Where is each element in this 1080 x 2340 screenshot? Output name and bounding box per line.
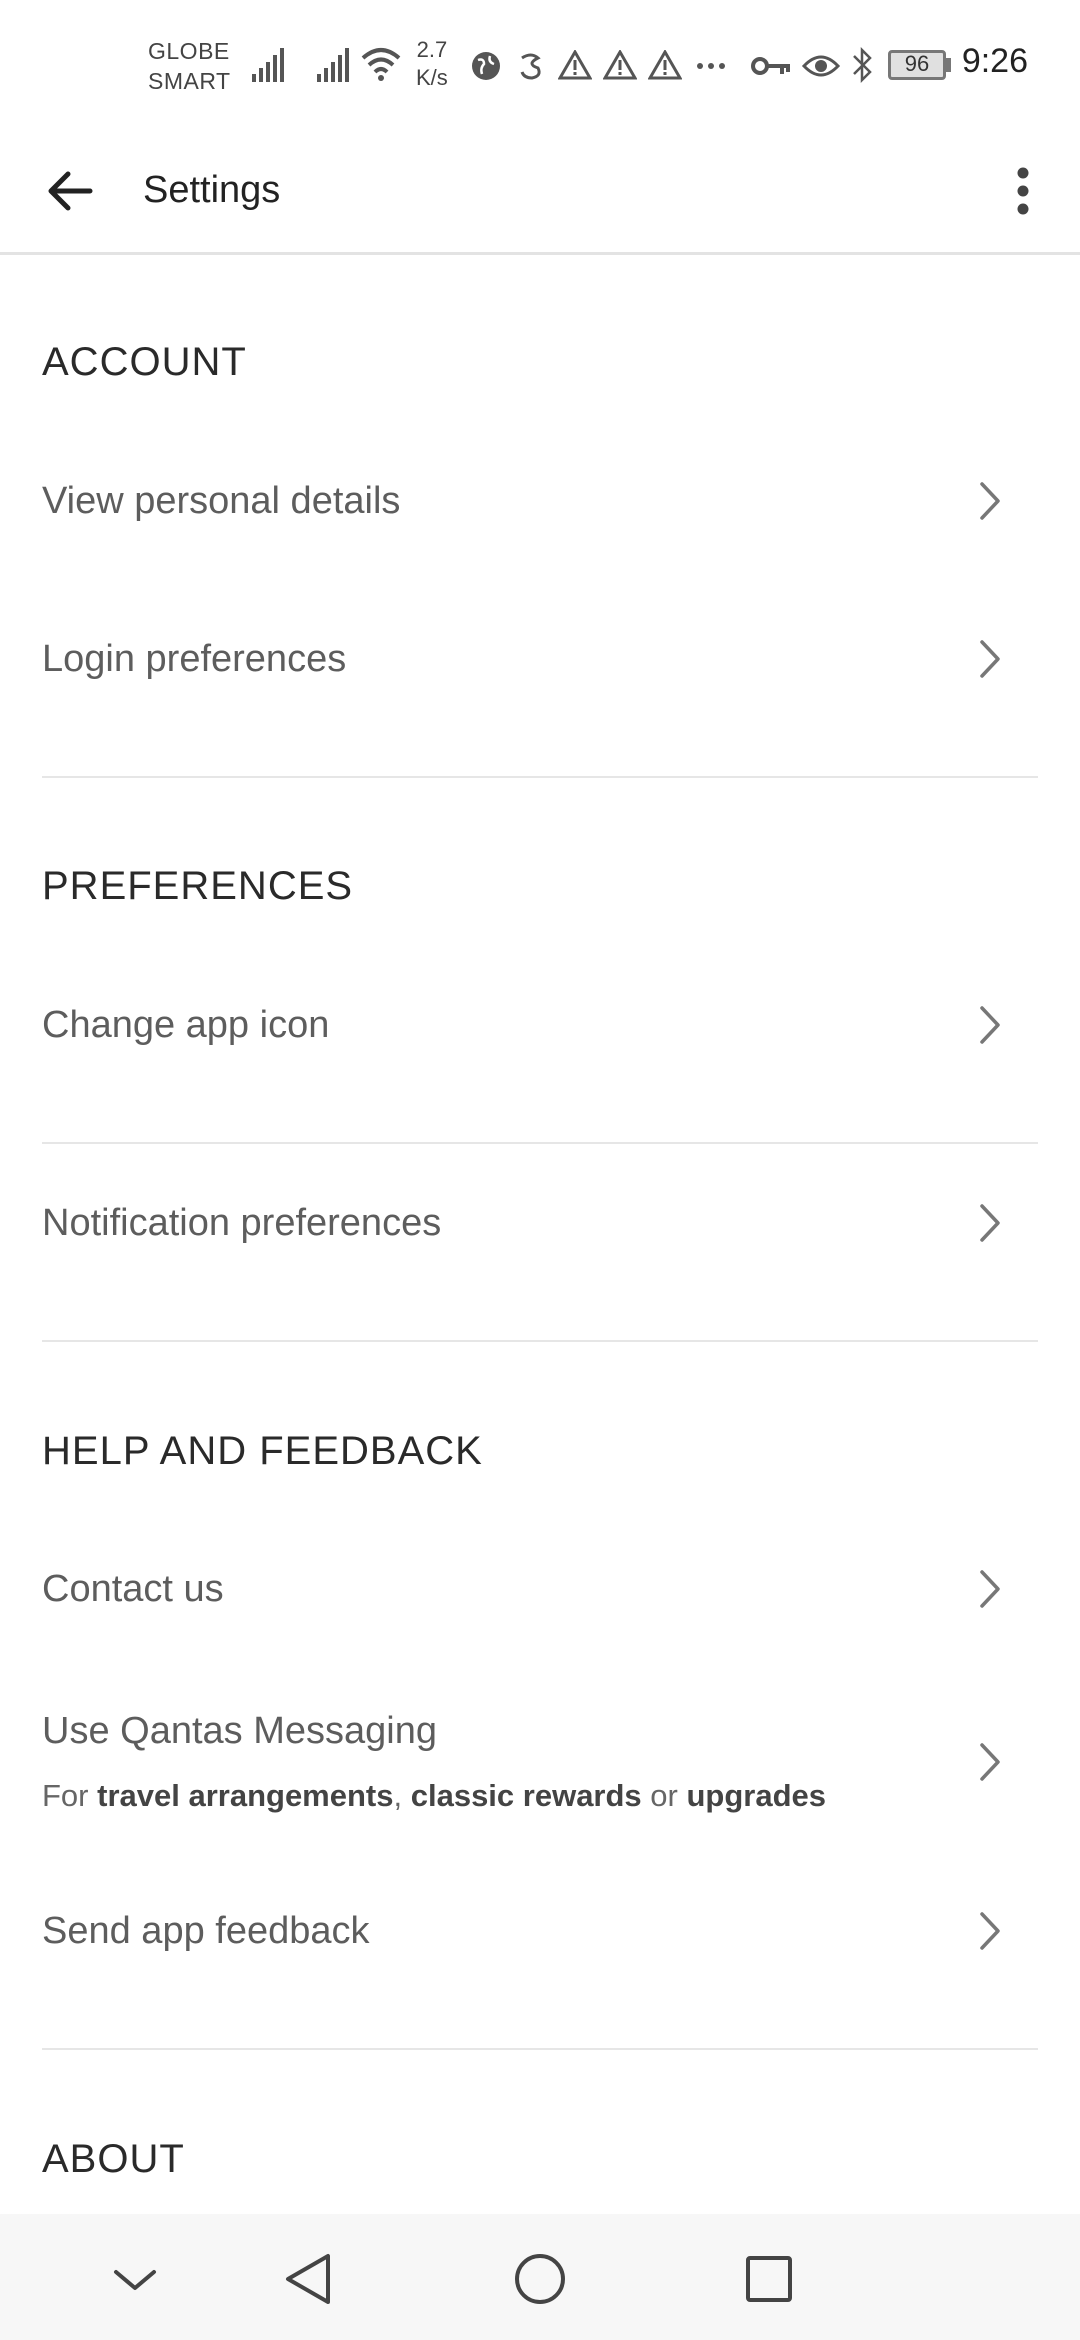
chevron-right-icon: [980, 640, 1000, 678]
settings-item-label: Contact us: [42, 1568, 224, 1610]
home-circle-icon[interactable]: [505, 2244, 575, 2314]
eye-icon: [802, 55, 840, 77]
vpn-key-icon: [751, 57, 790, 75]
battery-tip: [946, 58, 951, 72]
chevron-right-icon: [980, 1912, 1000, 1950]
clock: 9:26: [961, 42, 1028, 80]
divider: [42, 1142, 1038, 1144]
more-notifications-icon: [697, 63, 725, 69]
chevron-right-icon: [980, 1006, 1000, 1044]
settings-item-change-app-icon[interactable]: Change app icon: [0, 970, 1080, 1082]
more-vertical-icon[interactable]: [988, 156, 1058, 226]
settings-item-label: Change app icon: [42, 1004, 330, 1046]
warning-icon: [558, 50, 592, 80]
network-speed: 2.7 K/s: [416, 37, 448, 90]
settings-item-subtitle: For travel arrangements, classic rewards…: [42, 1778, 827, 1813]
section-header-help-and-feedback: HELP AND FEEDBACK: [42, 1429, 483, 1473]
settings-item-label: Login preferences: [42, 638, 347, 680]
settings-item-use-qantas-messaging[interactable]: Use Qantas Messaging For travel arrangem…: [0, 1680, 1080, 1850]
app-bar: Settings: [0, 130, 1080, 255]
signal-icon: [252, 48, 284, 82]
section-header-about: ABOUT: [42, 2137, 185, 2181]
bluetooth-icon: [853, 46, 872, 84]
settings-item-notification-preferences[interactable]: Notification preferences: [0, 1170, 1080, 1282]
back-triangle-icon[interactable]: [274, 2244, 344, 2314]
section-header-account: ACCOUNT: [42, 340, 247, 384]
globe-icon: [472, 52, 500, 80]
page-title: Settings: [143, 169, 281, 211]
chevron-right-icon: [980, 1570, 1000, 1608]
signal-icon: [317, 48, 349, 82]
status-bar: GLOBE SMART 2.7 K/s 96 9:26: [0, 0, 1080, 130]
settings-item-contact-us[interactable]: Contact us: [0, 1534, 1080, 1646]
warning-icon: [648, 50, 682, 80]
recents-square-icon[interactable]: [734, 2244, 804, 2314]
battery-icon: 96: [888, 50, 946, 80]
chevron-right-icon: [980, 1743, 1000, 1781]
wifi-icon: [361, 48, 401, 81]
back-arrow-icon[interactable]: [40, 156, 110, 226]
chevron-right-icon: [980, 1204, 1000, 1242]
chevron-down-icon[interactable]: [100, 2244, 170, 2314]
settings-item-label: View personal details: [42, 480, 401, 522]
battery-level: 96: [904, 51, 930, 76]
chevron-right-icon: [980, 482, 1000, 520]
section-header-preferences: PREFERENCES: [42, 864, 354, 908]
divider: [42, 776, 1038, 778]
warning-icon: [603, 50, 637, 80]
divider: [42, 2048, 1038, 2050]
settings-item-label: Notification preferences: [42, 1202, 442, 1244]
settings-item-login-preferences[interactable]: Login preferences: [0, 604, 1080, 716]
system-navigation-bar: [0, 2214, 1080, 2340]
settings-item-send-app-feedback[interactable]: Send app feedback: [0, 1876, 1080, 1988]
settings-item-label: Use Qantas Messaging: [42, 1710, 437, 1752]
carrier-label: GLOBE SMART: [148, 38, 231, 94]
divider: [42, 1340, 1038, 1342]
settings-item-label: Send app feedback: [42, 1910, 370, 1952]
sync-icon: [520, 53, 541, 80]
settings-item-view-personal-details[interactable]: View personal details: [0, 446, 1080, 558]
